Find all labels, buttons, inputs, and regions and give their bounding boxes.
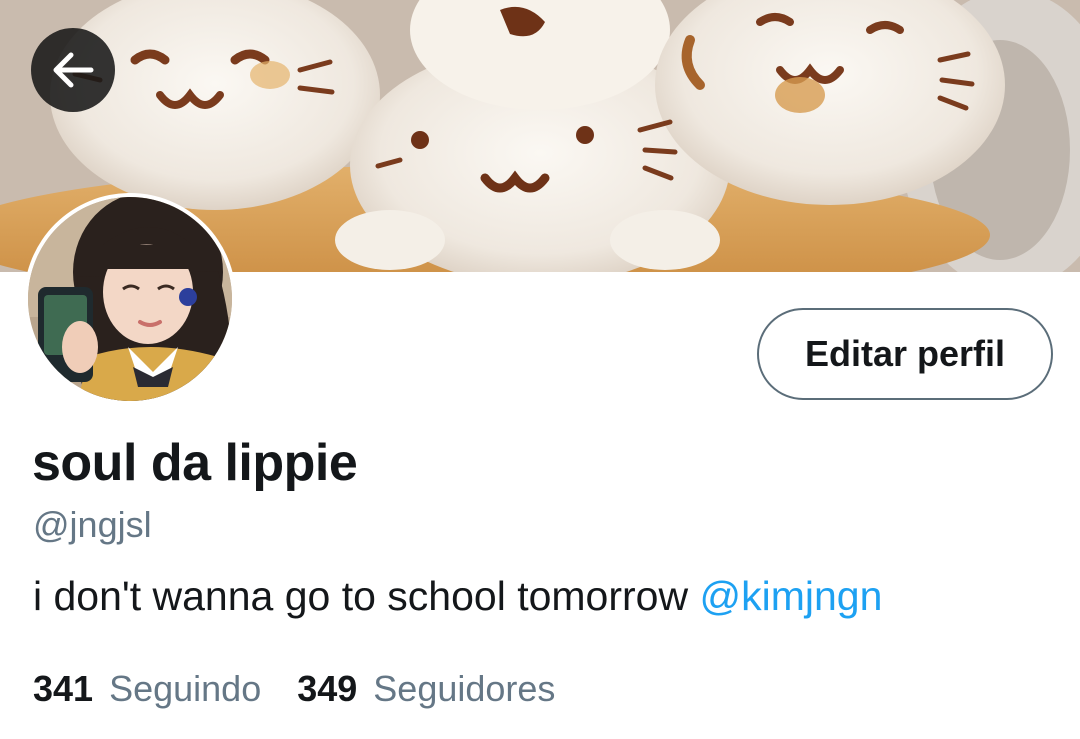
following-label: Seguindo <box>109 668 262 709</box>
following-count: 341 <box>33 668 94 709</box>
avatar-image <box>28 197 232 401</box>
profile-handle: @jngjsl <box>33 504 152 545</box>
followers-link[interactable]: 349 Seguidores <box>297 668 555 710</box>
arrow-left-icon <box>53 52 94 88</box>
profile-stats: 341 Seguindo 349 Seguidores <box>33 668 555 710</box>
back-button[interactable] <box>31 28 115 112</box>
profile-avatar[interactable] <box>24 193 236 405</box>
profile-page: Editar perfil soul da lippie @jngjsl i d… <box>0 0 1080 739</box>
following-link[interactable]: 341 Seguindo <box>33 668 261 710</box>
followers-count: 349 <box>297 668 358 709</box>
profile-display-name: soul da lippie <box>32 434 358 492</box>
bio-text: i don't wanna go to school tomorrow <box>33 573 689 619</box>
edit-profile-button[interactable]: Editar perfil <box>757 308 1053 400</box>
bio-mention-link[interactable]: @kimjngn <box>700 573 883 619</box>
profile-bio: i don't wanna go to school tomorrow @kim… <box>33 573 882 620</box>
followers-label: Seguidores <box>373 668 556 709</box>
